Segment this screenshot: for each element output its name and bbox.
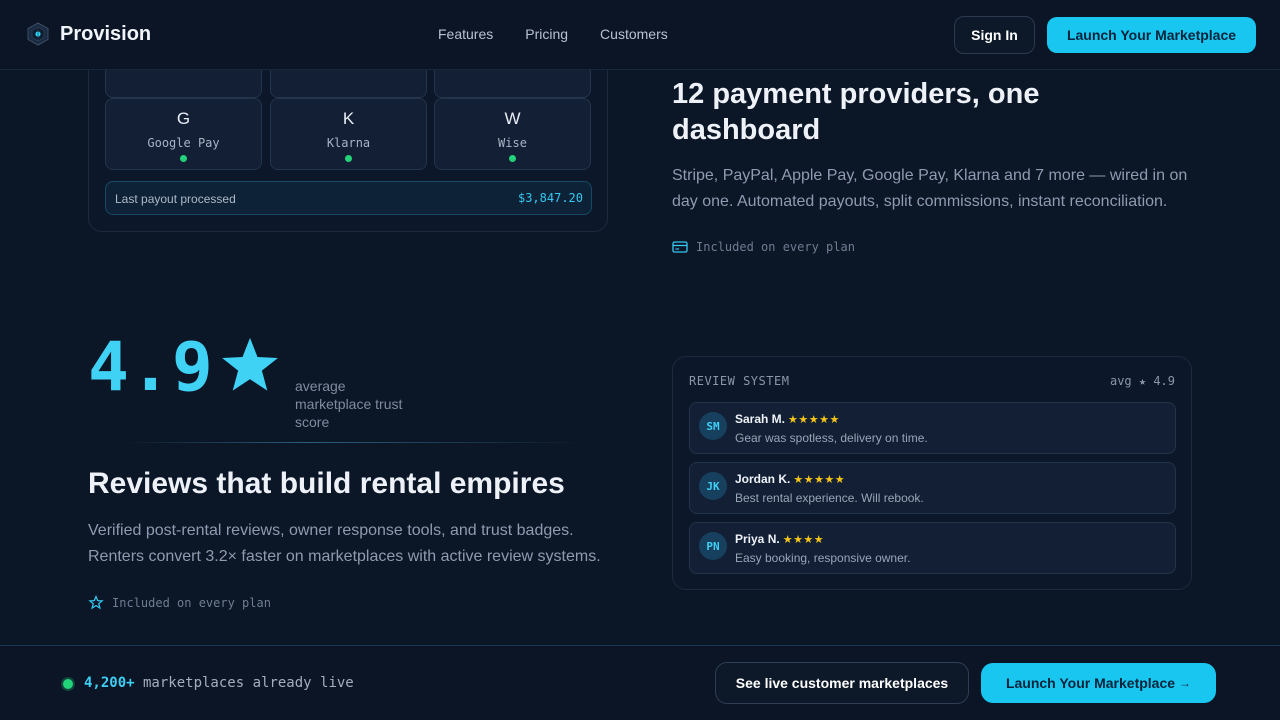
status-dot-icon: [345, 155, 352, 162]
cube-logo-icon: [27, 22, 49, 46]
brand[interactable]: Provision: [26, 22, 151, 46]
avatar: SM: [699, 412, 727, 440]
review-text: Best rental experience. Will rebook.: [735, 491, 924, 505]
nav-link-pricing[interactable]: Pricing: [525, 26, 568, 42]
arrow-right-icon: →: [1179, 676, 1192, 690]
provider-tile-wise: W Wise: [434, 98, 591, 170]
launch-marketplace-button[interactable]: Launch Your Marketplace: [1047, 17, 1256, 53]
nav-link-customers[interactable]: Customers: [600, 26, 668, 42]
brand-name: Provision: [60, 22, 152, 45]
review-system-card: REVIEW SYSTEM avg ★ 4.9 SM Sarah M. ★★★★★…: [672, 356, 1192, 590]
review-text: Easy booking, responsive owner.: [735, 551, 911, 565]
divider: [120, 442, 590, 443]
payments-included-note: Included on every plan: [672, 240, 855, 254]
review-text: Gear was spotless, delivery on time.: [735, 431, 928, 445]
provider-letter: G: [176, 109, 191, 128]
provider-tile-klarna: K Klarna: [270, 98, 427, 170]
reviewer: Jordan K. ★★★★★: [735, 472, 845, 486]
provider-letter: W: [504, 109, 521, 128]
review-average: avg ★ 4.9: [1109, 374, 1175, 388]
credit-card-icon: [672, 241, 688, 253]
included-text: Included on every plan: [112, 595, 271, 610]
see-customer-marketplaces-button[interactable]: See live customer marketplaces: [715, 662, 969, 704]
live-count: 4,200+: [84, 675, 135, 691]
review-system-title: REVIEW SYSTEM: [689, 374, 790, 388]
reviews-included-note: Included on every plan: [88, 595, 271, 610]
reviews-description: Verified post-rental reviews, owner resp…: [88, 522, 601, 565]
sticky-cta-bar: 4,200+ marketplaces already live See liv…: [0, 645, 1280, 720]
top-nav: Provision Features Pricing Customers Sig…: [0, 0, 1280, 70]
reviewer: Priya N. ★★★★: [735, 532, 824, 546]
reviewer: Sarah M. ★★★★★: [735, 412, 840, 426]
review-item: JK Jordan K. ★★★★★ Best rental experience…: [689, 462, 1176, 514]
payments-description: Stripe, PayPal, Apple Pay, Google Pay, K…: [672, 167, 1188, 210]
review-stars: ★★★★: [782, 534, 825, 546]
provider-letter: K: [342, 109, 355, 128]
status-dot-icon: [63, 679, 73, 689]
payout-value: $3,847.20: [517, 191, 583, 205]
review-stars: ★★★★★: [793, 474, 846, 486]
status-dot-icon: [509, 155, 516, 162]
payments-heading: 12 payment providers, one dashboard: [672, 78, 1040, 146]
provider-name: Wise: [498, 136, 527, 150]
reviews-heading: Reviews that build rental empires: [88, 467, 565, 500]
trust-score-caption: average marketplace trust score: [295, 378, 403, 430]
star-icon: [222, 337, 278, 391]
review-stars: ★★★★★: [788, 414, 840, 426]
avatar: JK: [699, 472, 727, 500]
review-item: SM Sarah M. ★★★★★ Gear was spotless, deli…: [689, 402, 1176, 454]
launch-label: Launch Your Marketplace: [1005, 675, 1176, 691]
provider-tile-google-pay: G Google Pay: [105, 98, 262, 170]
sign-in-button[interactable]: Sign In: [954, 16, 1035, 54]
included-text: Included on every plan: [696, 240, 855, 254]
reviewer-name: Sarah M.: [735, 412, 786, 426]
nav-links: Features Pricing Customers: [438, 26, 668, 42]
status-dot-icon: [180, 155, 187, 162]
star-outline-icon: [88, 595, 104, 610]
trust-score-value: 4.9: [88, 328, 214, 407]
review-item: PN Priya N. ★★★★ Easy booking, responsive…: [689, 522, 1176, 574]
reviewer-name: Jordan K.: [735, 472, 791, 486]
live-label: marketplaces already live: [134, 675, 354, 691]
launch-marketplace-button-bottom[interactable]: Launch Your Marketplace →: [981, 663, 1216, 703]
avatar: PN: [699, 532, 727, 560]
payout-label: Last payout processed: [115, 192, 236, 206]
nav-link-features[interactable]: Features: [438, 26, 493, 42]
last-payout-bar: Last payout processed $3,847.20: [105, 181, 592, 215]
provider-name: Klarna: [326, 136, 371, 150]
reviewer-name: Priya N.: [735, 532, 780, 546]
provider-name: Google Pay: [147, 136, 220, 150]
live-marketplaces-text: 4,200+ marketplaces already live: [84, 675, 354, 691]
